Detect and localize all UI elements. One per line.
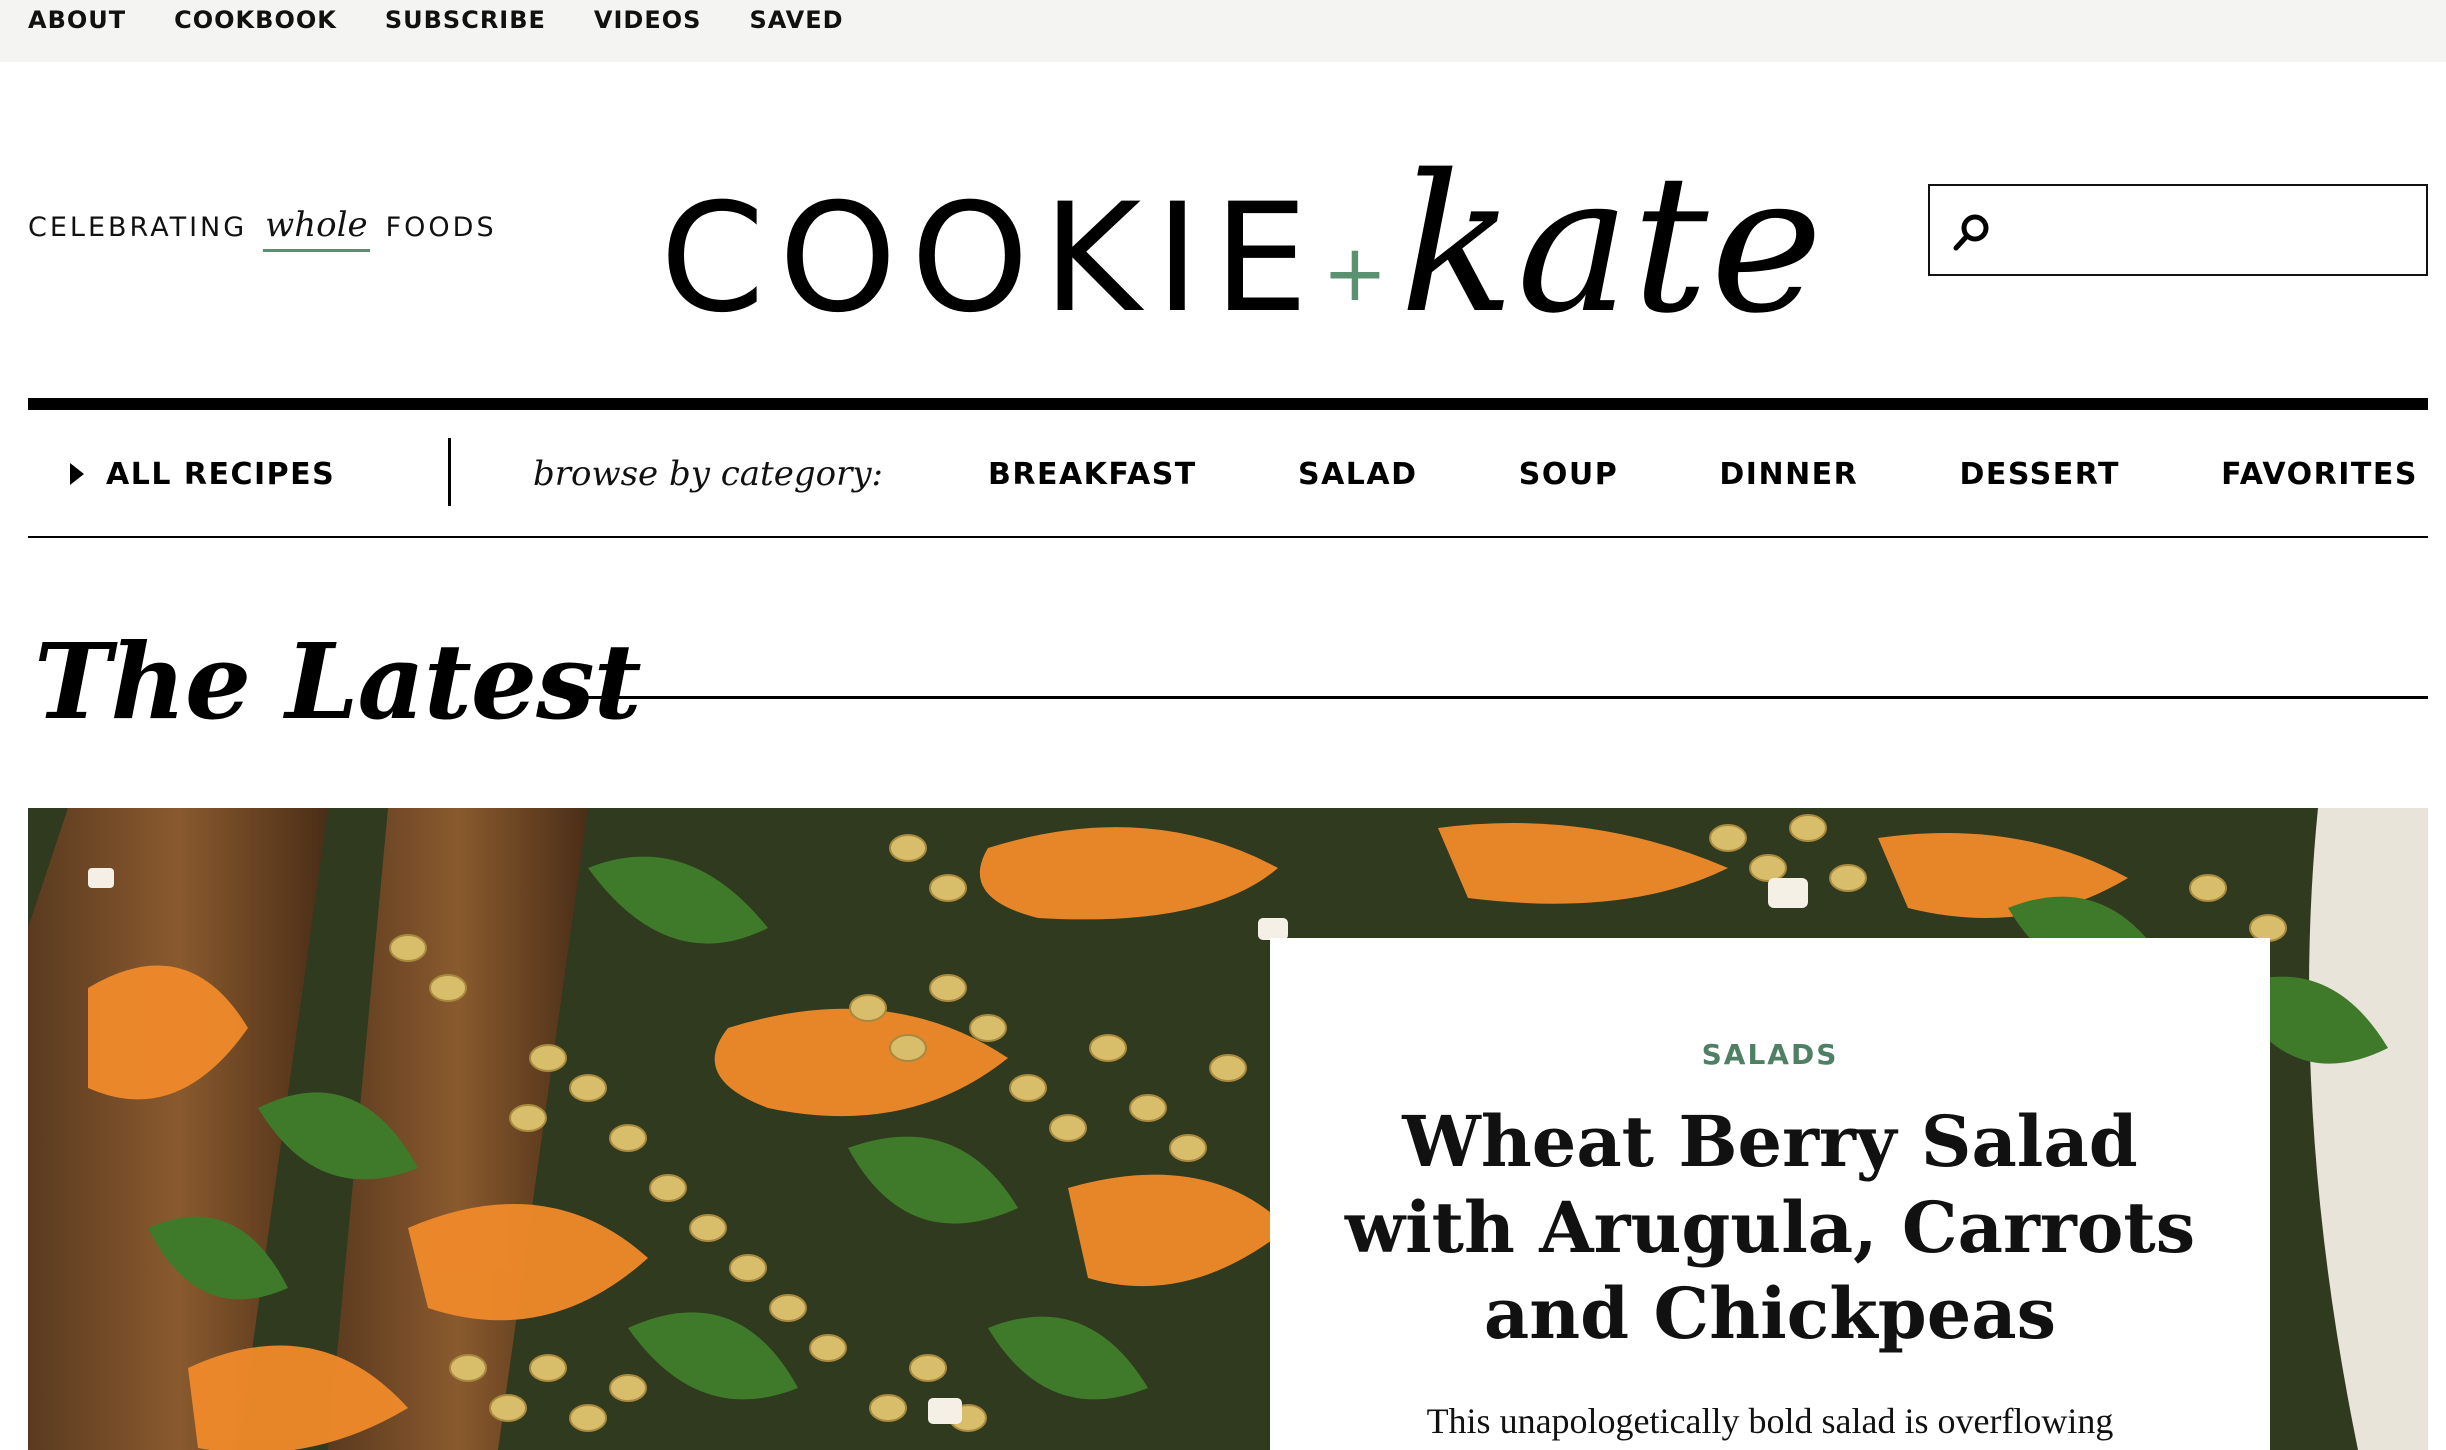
search-input[interactable] bbox=[2010, 196, 2410, 266]
top-nav-cookbook[interactable]: COOKBOOK bbox=[174, 6, 337, 34]
category-breakfast[interactable]: BREAKFAST bbox=[988, 457, 1197, 492]
logo-script: kate bbox=[1399, 134, 1825, 355]
browse-label: browse by category: bbox=[533, 454, 883, 494]
header-divider bbox=[28, 398, 2428, 410]
category-dessert[interactable]: DESSERT bbox=[1959, 457, 2119, 492]
site-logo[interactable]: COOKIE + kate bbox=[660, 150, 1825, 340]
tagline-emphasis: whole bbox=[263, 205, 370, 252]
post-excerpt: This unapologetically bold salad is over… bbox=[1426, 1401, 2114, 1441]
tagline-suffix: FOODS bbox=[385, 212, 497, 243]
section-title-rule bbox=[564, 696, 2428, 699]
top-nav-videos[interactable]: VIDEOS bbox=[594, 6, 702, 34]
all-recipes-toggle[interactable]: ALL RECIPES bbox=[70, 410, 335, 538]
category-salad[interactable]: SALAD bbox=[1298, 457, 1418, 492]
top-nav-saved[interactable]: SAVED bbox=[749, 6, 843, 34]
top-nav: ABOUT COOKBOOK SUBSCRIBE VIDEOS SAVED bbox=[28, 0, 844, 40]
post-category[interactable]: SALADS bbox=[1270, 1038, 2270, 1071]
section-title: The Latest bbox=[34, 620, 642, 743]
site-tagline: CELEBRATING whole FOODS bbox=[28, 205, 497, 252]
featured-post-card[interactable]: SALADS Wheat Berry Salad with Arugula, C… bbox=[1270, 938, 2270, 1450]
category-soup[interactable]: SOUP bbox=[1519, 457, 1618, 492]
post-title[interactable]: Wheat Berry Salad with Arugula, Carrots … bbox=[1340, 1099, 2200, 1357]
category-links: BREAKFAST SALAD SOUP DINNER DESSERT FAVO… bbox=[988, 410, 2428, 538]
logo-plus: + bbox=[1322, 229, 1388, 319]
logo-word: COOKIE bbox=[660, 172, 1323, 346]
top-nav-about[interactable]: ABOUT bbox=[28, 6, 126, 34]
search-box[interactable] bbox=[1928, 184, 2428, 276]
category-nav: ALL RECIPES browse by category: BREAKFAS… bbox=[28, 410, 2428, 538]
category-dinner[interactable]: DINNER bbox=[1719, 457, 1858, 492]
tagline-prefix: CELEBRATING bbox=[28, 212, 248, 243]
top-utility-bar: ABOUT COOKBOOK SUBSCRIBE VIDEOS SAVED bbox=[0, 0, 2446, 62]
all-recipes-label: ALL RECIPES bbox=[106, 456, 336, 492]
nav-divider bbox=[448, 438, 451, 506]
category-favorites[interactable]: FAVORITES bbox=[2221, 457, 2418, 492]
search-icon[interactable] bbox=[1952, 212, 1992, 252]
top-nav-subscribe[interactable]: SUBSCRIBE bbox=[385, 6, 546, 34]
caret-right-icon bbox=[70, 463, 84, 485]
